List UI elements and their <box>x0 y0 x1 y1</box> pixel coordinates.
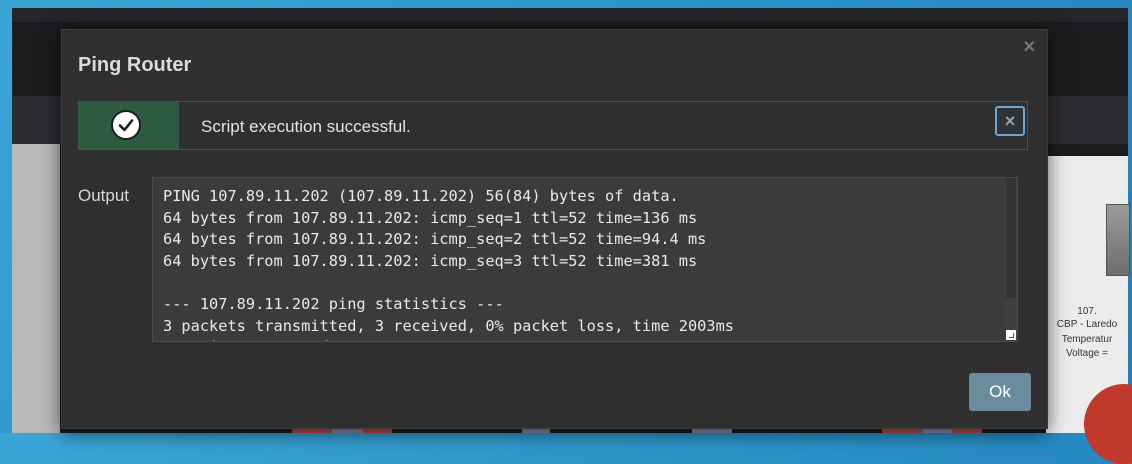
device-image <box>1106 204 1130 276</box>
ping-router-modal: × Ping Router Script execution successfu… <box>61 29 1048 429</box>
check-circle-icon <box>111 110 141 140</box>
alert-message: Script execution successful. <box>201 117 411 136</box>
output-text: PING 107.89.11.202 (107.89.11.202) 56(84… <box>163 187 734 341</box>
device-card[interactable]: 107. CBP - Laredo Temperatur Voltage = <box>1046 156 1132 464</box>
app-top-strip <box>12 8 1128 22</box>
scrollbar-thumb[interactable] <box>1006 178 1016 298</box>
output-label: Output <box>78 186 130 205</box>
output-textarea[interactable]: PING 107.89.11.202 (107.89.11.202) 56(84… <box>152 177 1018 342</box>
resize-handle-icon[interactable] <box>1006 330 1016 340</box>
alert-icon-box <box>79 102 179 149</box>
app-left-panel <box>12 144 60 433</box>
success-alert: Script execution successful. × <box>78 101 1028 150</box>
status-circle <box>1084 384 1132 464</box>
device-ip-label: 107. <box>1077 306 1097 317</box>
modal-close-button[interactable]: × <box>1023 36 1035 59</box>
device-temperature-label: Temperatur <box>1061 334 1113 345</box>
device-name-label: CBP - Laredo <box>1056 319 1118 330</box>
ok-button[interactable]: Ok <box>969 373 1031 411</box>
output-scrollbar[interactable] <box>1005 178 1017 341</box>
device-voltage-label: Voltage = <box>1066 348 1108 359</box>
modal-title: Ping Router <box>78 54 192 76</box>
alert-close-button[interactable]: × <box>995 106 1025 136</box>
